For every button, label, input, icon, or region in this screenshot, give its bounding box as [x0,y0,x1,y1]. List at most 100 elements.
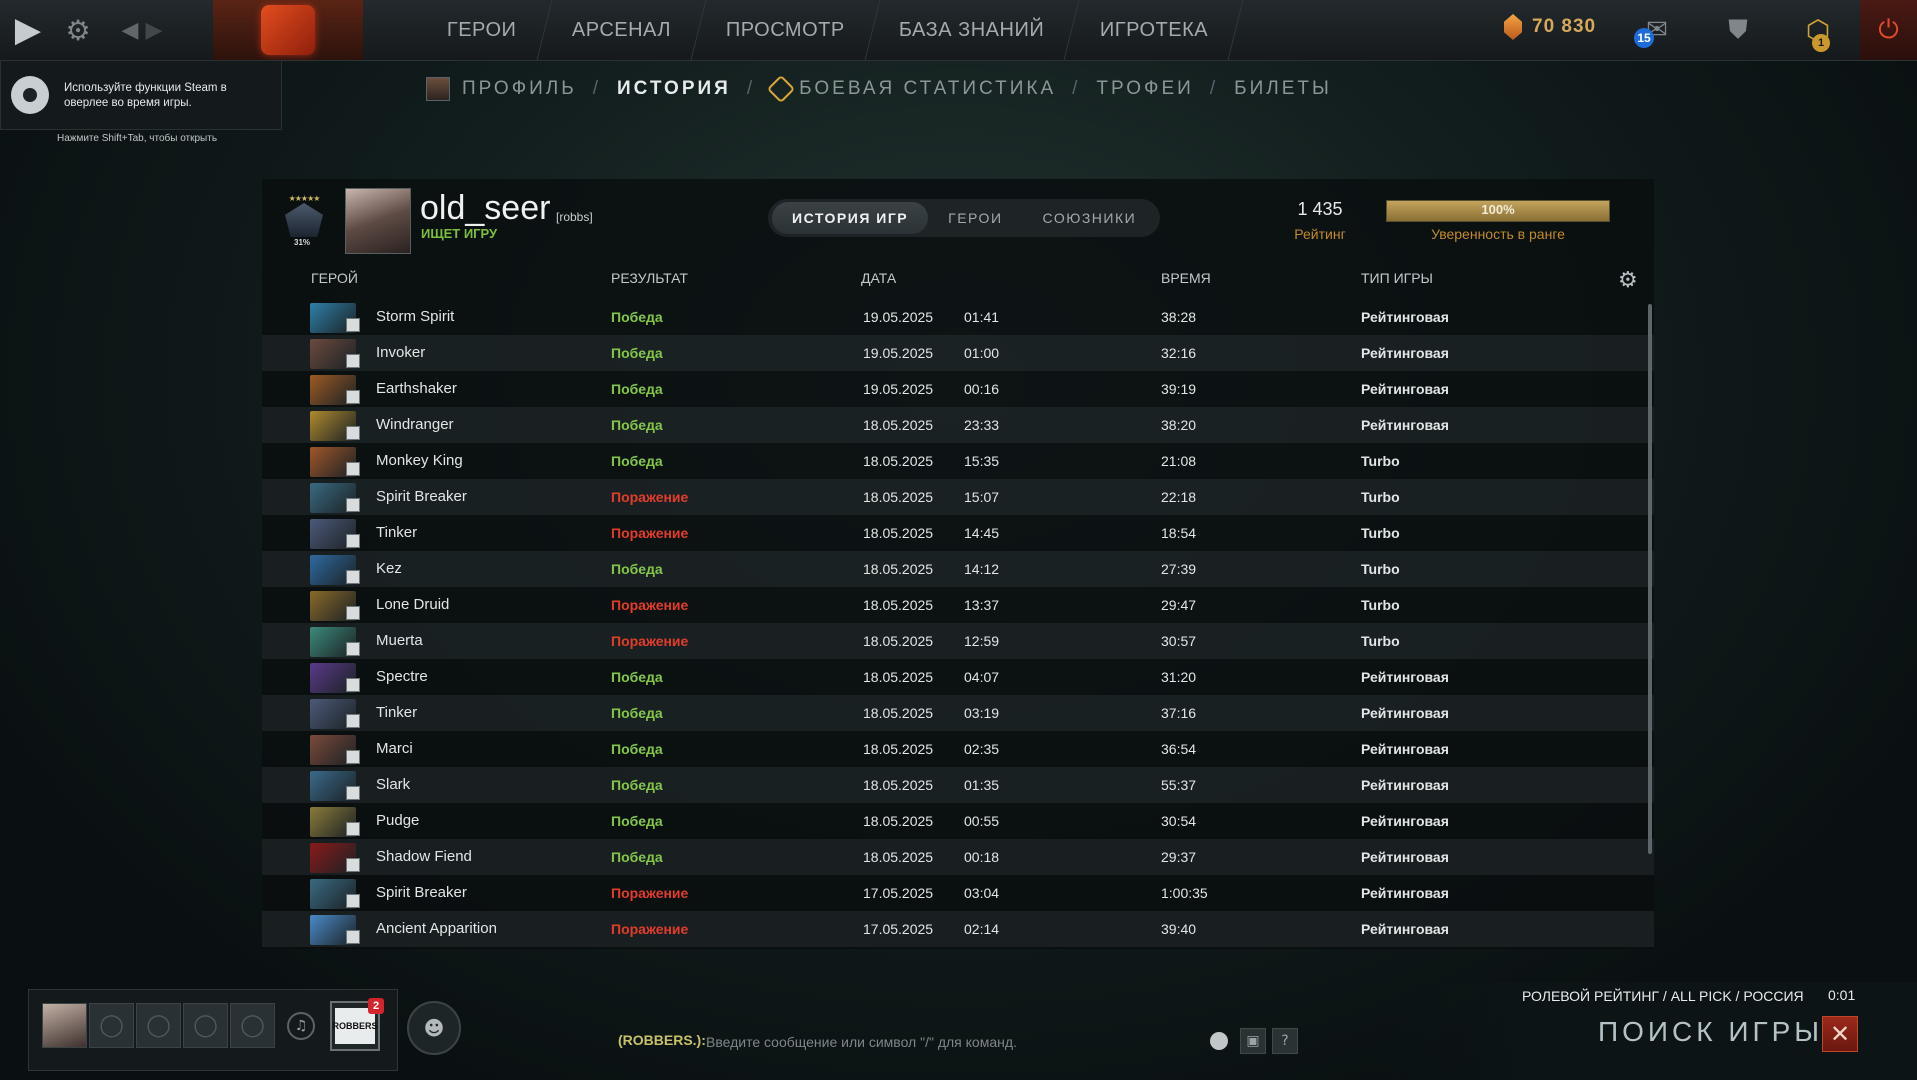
game-type: Turbo [1361,561,1400,577]
match-result: Победа [611,705,663,721]
role-icon [346,606,360,620]
match-duration: 29:37 [1161,849,1197,865]
nav-arsenal[interactable]: АРСЕНАЛ [537,0,707,60]
match-date: 18.05.2025 [863,741,934,757]
gear-icon[interactable]: ⚙ [1618,268,1638,293]
chat-input[interactable] [704,1030,1188,1054]
chat-channel[interactable]: (ROBBERS.): [618,1032,706,1048]
table-row[interactable]: Slark Победа 18.05.2025 01:35 55:37 Рейтингов… [262,767,1654,803]
party-slot-empty[interactable]: ◯ [230,1003,275,1048]
play-icon[interactable]: ▶ [8,10,48,50]
role-icon [346,462,360,476]
chevron-left-icon[interactable]: ◀ [118,10,142,50]
match-duration: 22:18 [1161,489,1197,505]
table-row[interactable]: Shadow Fiend Победа 18.05.2025 00:18 29:37 Ре… [262,839,1654,875]
match-date: 19.05.2025 [863,381,934,397]
match-result: Победа [611,669,663,685]
game-type: Рейтинговая [1361,921,1449,937]
table-row[interactable]: Earthshaker Победа 19.05.2025 00:16 39:19 Рей… [262,371,1654,407]
steam-icon [11,76,49,114]
party-slot-self[interactable] [42,1003,87,1048]
emoji-icon[interactable] [1210,1032,1228,1050]
nav-heroes[interactable]: ГЕРОИ [412,0,552,60]
header-duration[interactable]: ВРЕМЯ [1161,270,1211,286]
match-duration: 38:28 [1161,309,1197,325]
tab-match-history[interactable]: ИСТОРИЯ ИГР [772,202,929,234]
table-row[interactable]: Pudge Победа 18.05.2025 00:55 30:54 Рейтингов… [262,803,1654,839]
help-icon[interactable]: ? [1272,1028,1298,1054]
match-time: 02:14 [964,921,1000,937]
dota-logo-icon[interactable] [213,0,363,60]
match-time: 14:12 [964,561,1000,577]
screenshot-icon[interactable]: ▣ [1240,1028,1266,1054]
role-icon [346,786,360,800]
armory-icon[interactable]: ⛊ [1718,10,1758,50]
game-type: Turbo [1361,453,1400,469]
close-icon[interactable]: ✕ [1822,1016,1858,1052]
party-slot-empty[interactable]: ◯ [89,1003,134,1048]
headset-icon[interactable]: ♫ [287,1012,315,1040]
header-result[interactable]: РЕЗУЛЬТАТ [611,270,688,286]
table-row[interactable]: Spirit Breaker Поражение 18.05.2025 15:07 22… [262,479,1654,515]
subnav-profile[interactable]: ПРОФИЛЬ [426,77,577,101]
table-row[interactable]: Tinker Поражение 18.05.2025 14:45 18:54 Turbo [262,515,1654,551]
table-row[interactable]: Monkey King Победа 18.05.2025 15:35 21:08 Tur… [262,443,1654,479]
subnav-tickets[interactable]: БИЛЕТЫ [1234,78,1332,100]
party-slot-empty[interactable]: ◯ [183,1003,228,1048]
role-icon [346,570,360,584]
hero-name: Muerta [376,632,423,649]
subnav-separator: / [746,78,756,99]
nav-knowledge-base[interactable]: БАЗА ЗНАНИЙ [864,0,1081,60]
player-status: ИЩЕТ ИГРУ [421,226,498,241]
header-hero[interactable]: ГЕРОЙ [311,270,358,286]
party-slot-empty[interactable]: ◯ [136,1003,181,1048]
nav-arcade[interactable]: ИГРОТЕКА [1065,0,1244,60]
table-row[interactable]: Lone Druid Поражение 18.05.2025 13:37 29:47 T… [262,587,1654,623]
tab-allies[interactable]: СОЮЗНИКИ [1023,202,1157,234]
table-row[interactable]: Storm Spirit Победа 19.05.2025 01:41 38:28 Ре… [262,299,1654,335]
table-row[interactable]: Kez Победа 18.05.2025 14:12 27:39 Turbo [262,551,1654,587]
role-icon [346,822,360,836]
header-game-type[interactable]: ТИП ИГРЫ [1361,270,1433,286]
nav-watch[interactable]: ПРОСМОТР [691,0,880,60]
header-date[interactable]: ДАТА [861,270,896,286]
search-timer: 0:01 [1828,987,1856,1003]
match-time: 04:07 [964,669,1000,685]
hero-name: Ancient Apparition [376,920,497,937]
hero-name: Tinker [376,704,418,721]
dota-plus-icon [766,74,796,104]
social-icon[interactable]: ☻ [407,1001,461,1055]
scrollbar[interactable] [1648,304,1652,854]
table-row[interactable]: Ancient Apparition Поражение 17.05.2025 02:… [262,911,1654,947]
hero-name: Storm Spirit [376,308,455,325]
chevron-right-icon[interactable]: ▶ [142,10,166,50]
match-result: Поражение [611,525,689,541]
role-icon [346,894,360,908]
gear-icon[interactable]: ⚙ [58,10,98,50]
table-row[interactable]: Muerta Поражение 18.05.2025 12:59 30:57 Turbo [262,623,1654,659]
table-row[interactable]: Spirit Breaker Поражение 17.05.2025 03:04 1:… [262,875,1654,911]
match-date: 18.05.2025 [863,813,934,829]
shard-balance[interactable]: 70 830 [1504,14,1596,40]
power-icon[interactable]: ⏻ [1860,0,1917,60]
game-type: Рейтинговая [1361,777,1449,793]
subnav-trophies[interactable]: ТРОФЕИ [1096,78,1193,100]
role-icon [346,426,360,440]
subnav-battle-stats[interactable]: БОЕВАЯ СТАТИСТИКА [766,74,1056,104]
table-row[interactable]: Invoker Победа 19.05.2025 01:00 32:16 Рейтинг… [262,335,1654,371]
role-icon [346,930,360,944]
match-time: 12:59 [964,633,1000,649]
table-row[interactable]: Tinker Победа 18.05.2025 03:19 37:16 Рейтинго… [262,695,1654,731]
match-date: 18.05.2025 [863,417,934,433]
table-row[interactable]: Windranger Победа 18.05.2025 23:33 38:20 Рейт… [262,407,1654,443]
avatar[interactable] [345,188,411,254]
steam-overlay-hint: Нажмите Shift+Tab, чтобы открыть [57,133,218,144]
table-row[interactable]: Spectre Победа 18.05.2025 04:07 31:20 Рейтинг… [262,659,1654,695]
match-date: 18.05.2025 [863,525,934,541]
match-result: Победа [611,849,663,865]
table-row[interactable]: Marci Победа 18.05.2025 02:35 36:54 Рейтингов… [262,731,1654,767]
tab-heroes[interactable]: ГЕРОИ [928,202,1022,234]
rating-value: 1 435 [1297,199,1343,219]
subnav-history[interactable]: ИСТОРИЯ [617,78,731,100]
rank-percent: 31% [294,238,311,247]
